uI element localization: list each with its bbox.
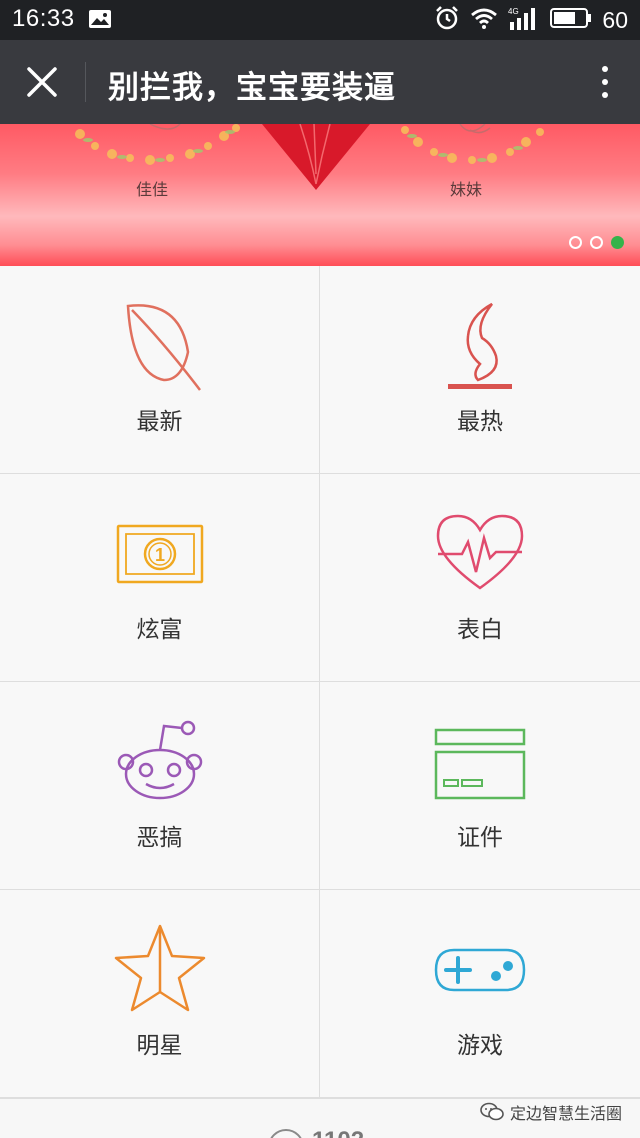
category-games[interactable]: 游戏 xyxy=(320,890,640,1098)
category-latest[interactable]: 最新 xyxy=(0,266,320,474)
carousel-dot[interactable] xyxy=(590,236,603,249)
signal-icon: 4G xyxy=(508,6,540,34)
more-vertical-icon xyxy=(602,66,608,72)
wifi-icon xyxy=(470,7,498,33)
close-icon xyxy=(27,67,57,97)
battery-level: 60 xyxy=(602,6,628,33)
banner-carousel[interactable]: 佳佳 妹妹 xyxy=(0,124,640,266)
close-button[interactable] xyxy=(18,60,66,104)
leaf-icon xyxy=(126,304,201,391)
star-icon xyxy=(114,924,206,1012)
category-label: 恶搞 xyxy=(136,825,183,851)
status-bar: 16:33 4G 60 xyxy=(0,0,640,40)
category-label: 炫富 xyxy=(136,617,183,643)
banknote-icon: 1 xyxy=(116,524,204,584)
alarm-icon xyxy=(434,5,460,35)
title-bar: 别拦我，宝宝要装逼 xyxy=(0,40,640,124)
category-label: 最新 xyxy=(136,409,183,435)
more-dot xyxy=(602,92,608,98)
category-label: 证件 xyxy=(457,825,503,851)
alien-face-icon xyxy=(117,720,203,800)
title-divider xyxy=(85,62,86,102)
banner-left-name: 佳佳 xyxy=(136,180,169,199)
battery-icon xyxy=(550,7,592,33)
category-label: 表白 xyxy=(457,617,503,643)
image-notification-icon xyxy=(88,9,112,29)
gamepad-icon xyxy=(434,948,526,992)
heartbeat-icon xyxy=(436,514,524,590)
category-label: 游戏 xyxy=(457,1033,503,1059)
more-options-button[interactable] xyxy=(590,60,620,104)
wechat-icon xyxy=(480,1102,504,1121)
banner-artwork xyxy=(75,124,544,190)
carousel-dot-active[interactable] xyxy=(611,236,624,249)
page-title: 别拦我，宝宝要装逼 xyxy=(108,70,396,106)
svg-text:4G: 4G xyxy=(508,7,519,16)
carousel-dot[interactable] xyxy=(569,236,582,249)
id-card-icon xyxy=(434,728,526,800)
bottom-circle-icon[interactable] xyxy=(268,1129,304,1138)
carousel-indicator xyxy=(569,236,624,249)
watermark: 定边智慧生活圈 xyxy=(480,1099,622,1125)
flame-icon xyxy=(448,302,512,389)
category-certificates[interactable]: 证件 xyxy=(320,682,640,890)
category-prank[interactable]: 恶搞 xyxy=(0,682,320,890)
category-flaunt-wealth[interactable]: 1 炫富 xyxy=(0,474,320,682)
category-confession[interactable]: 表白 xyxy=(320,474,640,682)
category-label: 最热 xyxy=(457,409,503,435)
category-celebrity[interactable]: 明星 xyxy=(0,890,320,1098)
bottom-count: 1102 xyxy=(312,1127,364,1138)
banner-right-name: 妹妹 xyxy=(450,180,483,199)
svg-text:1: 1 xyxy=(155,545,165,565)
status-time: 16:33 xyxy=(12,5,75,32)
category-hottest[interactable]: 最热 xyxy=(320,266,640,474)
watermark-text: 定边智慧生活圈 xyxy=(509,1104,622,1123)
more-dot xyxy=(602,79,608,85)
category-grid: 最新 最热 1 炫富 表白 恶搞 证件 明星 游戏 xyxy=(0,266,640,1098)
category-label: 明星 xyxy=(136,1033,183,1059)
